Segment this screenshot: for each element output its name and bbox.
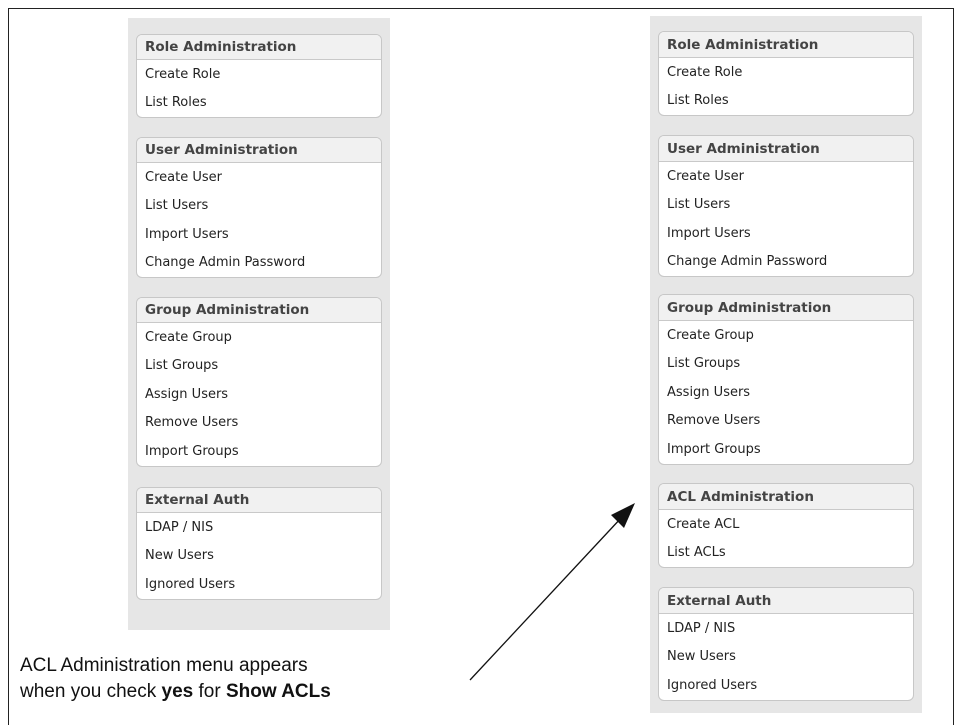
callout-line-1: ACL Administration menu appears — [20, 655, 308, 676]
callout-yes: yes — [161, 681, 194, 702]
callout-line-2: when you check yes for Show ACLs — [20, 679, 331, 705]
callout-show-acls: Show ACLs — [225, 681, 331, 702]
callout-text: for — [193, 681, 226, 702]
callout-text: when you check — [20, 681, 162, 702]
callout-arrow-icon — [469, 503, 635, 681]
callout-caption: ACL Administration menu appears when you… — [20, 653, 331, 705]
